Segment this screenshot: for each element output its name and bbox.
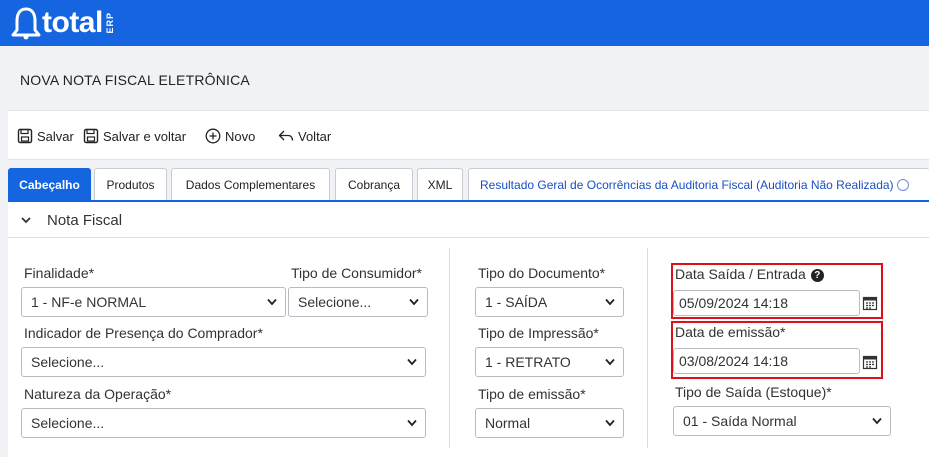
chevron-down-icon [407,419,417,427]
tipo-documento-label: Tipo do Documento* [478,265,606,281]
tipo-saida-value: 01 - Saída Normal [683,413,797,429]
tab-xml[interactable]: XML [417,168,463,200]
brand-logo[interactable]: total ERP [10,5,115,41]
indicador-presenca-label: Indicador de Presença do Comprador* [24,325,263,341]
calendar-icon[interactable] [862,354,878,370]
finalidade-select[interactable]: 1 - NF-e NORMAL [21,287,286,317]
chevron-down-icon [605,358,615,366]
brand-suffix: ERP [104,12,115,34]
chevron-down-icon [605,298,615,306]
tipo-impressao-value: 1 - RETRATO [485,354,571,370]
nota-fiscal-panel: Nota Fiscal Finalidade* 1 - NF-e NORMAL … [8,200,929,457]
chevron-down-icon [407,358,417,366]
chevron-down-icon [605,419,615,427]
chevron-down-icon [267,298,277,306]
section-header[interactable]: Nota Fiscal [8,202,929,238]
top-bar: total ERP [0,0,929,46]
data-saida-label: Data Saída / Entrada? [675,266,824,282]
brand-name: total [42,6,103,39]
tab-auditoria-fiscal[interactable]: Resultado Geral de Ocorrências da Audito… [468,168,929,200]
tab-dados-complementares[interactable]: Dados Complementares [171,168,330,200]
tab-cobranca[interactable]: Cobrança [335,168,413,200]
column-divider [449,248,450,448]
toolbar: Salvar Salvar e voltar Novo Voltar [8,110,929,160]
tab-produtos[interactable]: Produtos [94,168,167,200]
tipo-emissao-label: Tipo de emissão* [478,386,586,402]
tab-bar: Cabeçalho Produtos Dados Complementares … [8,166,929,200]
calendar-icon[interactable] [862,295,878,311]
save-and-back-label: Salvar e voltar [103,128,187,144]
data-saida-label-text: Data Saída / Entrada [675,266,806,282]
tipo-impressao-label: Tipo de Impressão* [478,325,599,341]
plus-circle-icon [205,128,221,144]
bell-logo-icon [11,7,41,40]
tipo-consumidor-value: Selecione... [298,294,372,310]
tipo-consumidor-select[interactable]: Selecione... [288,287,428,317]
chevron-down-icon [21,217,31,224]
tipo-saida-label: Tipo de Saída (Estoque)* [675,384,832,400]
finalidade-value: 1 - NF-e NORMAL [31,294,147,310]
data-saida-input[interactable]: 05/09/2024 14:18 [673,290,860,316]
save-button[interactable]: Salvar [17,127,74,145]
tipo-documento-value: 1 - SAÍDA [485,294,548,310]
tipo-consumidor-label: Tipo de Consumidor* [291,265,422,281]
finalidade-label: Finalidade* [24,265,95,281]
tipo-documento-select[interactable]: 1 - SAÍDA [475,287,624,317]
tipo-emissao-value: Normal [485,415,531,431]
floppy-disk-icon [83,128,99,144]
title-bar: NOVA NOTA FISCAL ELETRÔNICA [8,58,929,103]
indicador-presenca-select[interactable]: Selecione... [21,347,426,377]
back-arrow-icon [278,130,294,141]
natureza-operacao-label: Natureza da Operação* [24,386,172,402]
back-button[interactable]: Voltar [278,127,331,145]
data-emissao-input[interactable]: 03/08/2024 14:18 [673,348,860,374]
info-icon [896,178,909,191]
natureza-operacao-value: Selecione... [31,415,105,431]
new-button[interactable]: Novo [205,127,255,145]
back-button-label: Voltar [298,128,332,144]
data-saida-value: 05/09/2024 14:18 [679,295,788,311]
tipo-emissao-select[interactable]: Normal [475,408,624,438]
save-button-label: Salvar [37,128,74,144]
data-emissao-label: Data de emissão* [675,324,786,340]
help-icon[interactable]: ? [810,269,824,282]
new-button-label: Novo [225,128,256,144]
page-title: NOVA NOTA FISCAL ELETRÔNICA [20,72,250,88]
column-divider [647,248,648,448]
floppy-disk-icon [17,128,33,144]
data-emissao-value: 03/08/2024 14:18 [679,353,788,369]
chevron-down-icon [872,417,882,425]
tab-cabecalho[interactable]: Cabeçalho [8,168,91,200]
tipo-saida-select[interactable]: 01 - Saída Normal [673,406,891,436]
section-title: Nota Fiscal [47,212,123,229]
tipo-impressao-select[interactable]: 1 - RETRATO [475,347,624,377]
tab-auditoria-fiscal-label: Resultado Geral de Ocorrências da Audito… [480,177,894,192]
indicador-presenca-value: Selecione... [31,354,105,370]
natureza-operacao-select[interactable]: Selecione... [21,408,426,438]
save-and-back-button[interactable]: Salvar e voltar [83,127,186,145]
chevron-down-icon [409,298,419,306]
